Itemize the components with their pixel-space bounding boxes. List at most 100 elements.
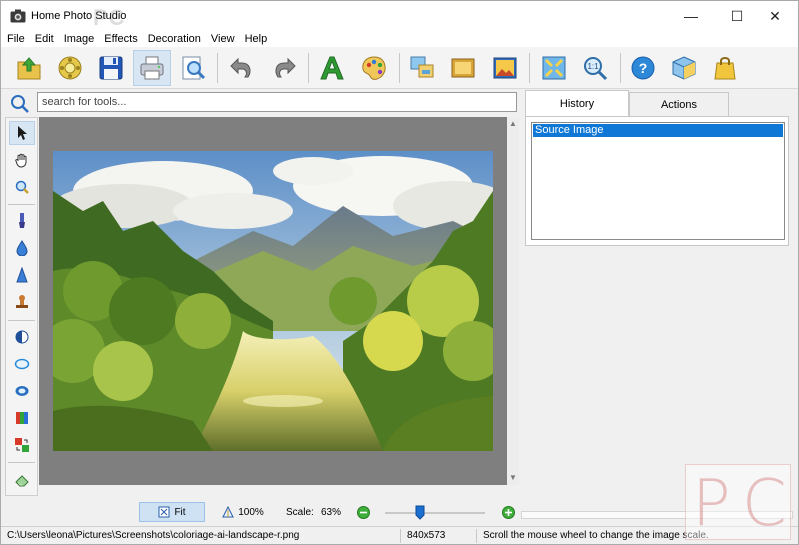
title-bar: Home Photo Studio PC — ☐ ✕ [1,1,798,31]
landscape-photo [53,151,493,451]
tools-palette [5,117,38,496]
menu-help[interactable]: Help [245,33,268,45]
contrast-icon [15,330,29,344]
frame-button[interactable] [444,50,482,86]
tool-separator [8,462,35,463]
watermark-text: PC [93,5,126,30]
ring-select-tool[interactable] [9,379,35,403]
tab-actions[interactable]: Actions [629,92,729,116]
help-icon: ? [631,56,655,80]
tool-search-input[interactable] [37,92,517,112]
zoom-bar: Fit 100% Scale: 63% [1,500,798,524]
menu-effects[interactable]: Effects [104,33,137,45]
main-toolbar: 1:1 ? [1,47,798,89]
redo-button[interactable] [265,50,303,86]
status-bar: C:\Users\leona\Pictures\Screenshots\colo… [1,526,798,544]
save-button[interactable] [92,50,130,86]
history-list[interactable]: Source Image [531,122,785,240]
ellipse-select-tool[interactable] [9,352,35,376]
fit-button[interactable]: Fit [139,502,205,522]
eraser-tool[interactable] [9,468,35,492]
actual-size-icon: 1:1 [584,57,608,81]
preview-button[interactable] [174,50,212,86]
redo-icon [275,57,296,78]
brush-tool[interactable] [9,209,35,233]
palette-button[interactable] [355,50,393,86]
print-icon [140,56,164,80]
svg-text:?: ? [639,60,648,76]
toolbar-separator [308,53,309,83]
history-panel: Source Image [525,116,789,246]
menu-decoration[interactable]: Decoration [148,33,201,45]
blur-tool[interactable] [9,236,35,260]
scroll-down-icon[interactable]: ▼ [509,473,517,482]
menu-image[interactable]: Image [64,33,95,45]
tab-history[interactable]: History [525,90,629,117]
photo-roll-button[interactable] [51,50,89,86]
scale-value: 63% [321,507,342,518]
actual-size-label: 100% [238,506,264,518]
hand-tool[interactable] [9,148,35,172]
pointer-icon [18,126,27,140]
fit-window-icon [542,56,566,80]
sharpen-tool[interactable] [9,263,35,287]
shop-button[interactable] [706,50,744,86]
eraser-icon [15,475,29,487]
image-canvas[interactable] [39,117,507,485]
close-button[interactable]: ✕ [752,1,798,31]
box-button[interactable] [665,50,703,86]
sharpen-icon [16,267,28,283]
ring-select-icon [15,386,29,396]
color-balance-icon [16,412,28,424]
actual-size-button[interactable]: 1:1 [576,50,614,86]
photo-collage-button[interactable] [403,50,441,86]
status-file-path: C:\Users\leona\Pictures\Screenshots\colo… [3,529,401,543]
photo-roll-icon [58,56,82,80]
text-icon [320,56,344,80]
tool-separator [8,320,35,321]
replace-color-tool[interactable] [9,433,35,457]
zoom-in-icon[interactable] [502,506,515,519]
hand-icon [15,153,27,168]
actual-size-zoom-button[interactable]: 100% [213,502,273,522]
toolbar-separator [529,53,530,83]
ruler-icon [222,506,235,518]
picture-button[interactable] [486,50,524,86]
undo-icon [230,57,251,78]
toolbar-separator [620,53,621,83]
canvas-vertical-scrollbar[interactable]: ▲ ▼ [507,117,519,485]
menu-view[interactable]: View [211,33,235,45]
scroll-up-icon[interactable]: ▲ [509,119,517,128]
replace-color-icon [15,438,29,452]
history-item-source-image[interactable]: Source Image [533,124,783,137]
status-hint: Scroll the mouse wheel to change the ima… [483,530,709,541]
help-button[interactable]: ? [624,50,662,86]
open-button[interactable] [10,50,48,86]
tool-search-bar [1,89,521,117]
print-button[interactable] [133,50,171,86]
fit-window-button[interactable] [535,50,573,86]
tool-separator [8,204,35,205]
undo-button[interactable] [223,50,261,86]
blur-drop-icon [16,240,28,256]
contrast-tool[interactable] [9,325,35,349]
menu-file[interactable]: File [7,33,25,45]
stamp-icon [16,295,28,308]
fit-page-icon [158,506,170,518]
menu-bar: File Edit Image Effects Decoration View … [1,31,798,47]
menu-edit[interactable]: Edit [35,33,54,45]
svg-text:1:1: 1:1 [587,62,599,71]
preview-icon [182,56,206,80]
zoom-tool[interactable] [9,175,35,199]
fit-label: Fit [174,506,186,518]
pointer-tool[interactable] [9,121,35,145]
zoom-slider-track[interactable] [385,512,485,514]
minimize-button[interactable]: — [668,1,714,31]
open-icon [17,57,41,80]
color-balance-tool[interactable] [9,406,35,430]
stamp-tool[interactable] [9,290,35,314]
text-button[interactable] [313,50,351,86]
zoom-out-icon[interactable] [357,506,370,519]
zoom-slider-thumb[interactable] [415,505,425,520]
app-window: Home Photo Studio PC — ☐ ✕ File Edit Ima… [0,0,799,545]
